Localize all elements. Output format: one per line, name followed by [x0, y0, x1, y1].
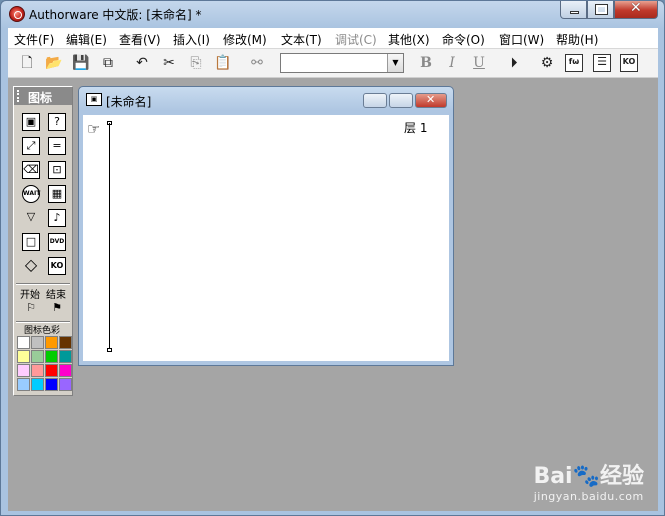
color-swatch[interactable] — [45, 336, 58, 349]
framework-icon[interactable]: □ — [22, 233, 40, 251]
menu-text[interactable]: 文本(T) — [281, 31, 322, 48]
minimize-icon — [570, 11, 579, 14]
copy-icon[interactable]: ⎘ — [187, 54, 205, 72]
menu-help[interactable]: 帮助(H) — [556, 31, 598, 48]
close-icon: ✕ — [630, 0, 642, 16]
color-swatch[interactable] — [59, 364, 72, 377]
menu-window[interactable]: 窗口(W) — [499, 31, 544, 48]
find-icon[interactable]: ⚯ — [248, 54, 266, 72]
save-all-icon[interactable]: 💾 — [72, 54, 90, 72]
start-flag-label: 开始 — [20, 290, 40, 301]
menu-insert[interactable]: 插入(I) — [173, 31, 210, 48]
menu-command[interactable]: 命令(O) — [442, 31, 485, 48]
undo-icon[interactable]: ↶ — [133, 54, 151, 72]
sound-icon[interactable]: ♪ — [48, 209, 66, 227]
control-panel-icon[interactable]: ⚙ — [538, 54, 556, 72]
flowchart-window: ▣ [未命名] ✕ ☞ 层 1 — [78, 86, 454, 366]
watermark: Bai🐾经验 jingyan.baidu.com — [533, 458, 644, 503]
text-style-combo[interactable]: ▼ — [280, 53, 404, 73]
bold-button[interactable]: B — [417, 54, 435, 72]
erase-icon[interactable]: ⌫ — [22, 161, 40, 179]
color-swatch[interactable] — [59, 378, 72, 391]
start-flag-icon[interactable]: ⚐ — [22, 300, 40, 318]
cut-icon[interactable]: ✂ — [160, 54, 178, 72]
icon-palette-title[interactable]: 图标 — [14, 87, 72, 105]
menu-debug[interactable]: 调试(C) — [335, 31, 377, 48]
minimize-button[interactable] — [560, 1, 587, 19]
digital-movie-icon[interactable]: ▦ — [48, 185, 66, 203]
knowledge-object-icon[interactable]: KO — [48, 257, 66, 275]
dvd-icon[interactable]: DVD — [48, 233, 66, 251]
icon-palette-label: 图标 — [28, 91, 53, 105]
interaction-icon[interactable]: ? — [48, 113, 66, 131]
end-flag-label: 结束 — [46, 290, 66, 301]
color-swatch[interactable] — [59, 350, 72, 363]
import-icon[interactable]: ⧉ — [99, 54, 117, 72]
title-bar[interactable]: Authorware 中文版: [未命名] * ✕ — [1, 0, 664, 27]
decision-icon[interactable]: ◇ — [22, 257, 40, 275]
menu-edit[interactable]: 编辑(E) — [66, 31, 107, 48]
color-swatch[interactable] — [31, 350, 44, 363]
close-icon: ✕ — [426, 93, 436, 106]
open-folder-icon[interactable]: 📂 — [45, 54, 63, 72]
menu-other[interactable]: 其他(X) — [388, 31, 430, 48]
icon-color-label: 图标色彩 — [24, 326, 61, 336]
functions-icon[interactable]: fω — [565, 54, 583, 72]
color-swatch[interactable] — [45, 378, 58, 391]
end-flag-icon[interactable]: ⚑ — [48, 300, 66, 318]
menu-view[interactable]: 查看(V) — [119, 31, 161, 48]
icon-palette: 图标 ▣ ? ⤢ = ⌫ ⊡ WAIT ▦ ▽ ♪ □ DVD ◇ KO 开始 … — [13, 86, 73, 396]
calculation-icon[interactable]: = — [48, 137, 66, 155]
color-swatch[interactable] — [31, 336, 44, 349]
palette-divider — [16, 283, 70, 285]
wait-icon[interactable]: WAIT — [22, 185, 40, 203]
grip-icon — [17, 90, 23, 102]
chevron-down-icon[interactable]: ▼ — [387, 54, 403, 72]
new-file-icon[interactable]: 🗋 — [18, 54, 36, 72]
color-swatch[interactable] — [59, 336, 72, 349]
knowledge-objects-icon[interactable]: KO — [620, 54, 638, 72]
document-icon: ▣ — [86, 93, 102, 106]
menu-bar: 文件(F) 编辑(E) 查看(V) 插入(I) 修改(M) 文本(T) 调试(C… — [8, 28, 658, 49]
motion-icon[interactable]: ⤢ — [22, 137, 40, 155]
variables-icon[interactable]: ☰ — [593, 54, 611, 72]
maximize-button[interactable] — [587, 1, 614, 19]
doc-close-button[interactable]: ✕ — [415, 93, 447, 108]
color-swatch[interactable] — [45, 364, 58, 377]
flowline[interactable] — [109, 123, 110, 350]
doc-minimize-button[interactable] — [363, 93, 387, 108]
flowline-end — [107, 348, 112, 352]
paste-hand-icon: ☞ — [87, 120, 101, 138]
menu-modify[interactable]: 修改(M) — [223, 31, 267, 48]
maximize-icon — [595, 4, 608, 15]
main-window: Authorware 中文版: [未命名] * ✕ 文件(F) 编辑(E) 查看… — [0, 0, 665, 516]
color-swatch[interactable] — [17, 350, 30, 363]
color-swatch[interactable] — [45, 350, 58, 363]
watermark-url: jingyan.baidu.com — [533, 490, 644, 503]
navigate-icon[interactable]: ▽ — [22, 209, 40, 227]
watermark-logo: Bai🐾经验 — [533, 464, 644, 489]
client-area: 文件(F) 编辑(E) 查看(V) 插入(I) 修改(M) 文本(T) 调试(C… — [8, 28, 658, 511]
display-icon[interactable]: ▣ — [22, 113, 40, 131]
menu-file[interactable]: 文件(F) — [14, 31, 54, 48]
doc-maximize-button[interactable] — [389, 93, 413, 108]
flowchart-canvas[interactable]: ☞ 层 1 — [83, 115, 449, 361]
color-swatch[interactable] — [17, 336, 30, 349]
underline-button[interactable]: U — [470, 54, 488, 72]
close-button[interactable]: ✕ — [614, 0, 658, 19]
run-icon[interactable]: ⏵ — [505, 54, 523, 72]
paste-icon[interactable]: 📋 — [214, 54, 232, 72]
color-swatch[interactable] — [31, 378, 44, 391]
layer-label: 层 1 — [404, 121, 428, 135]
toolbar: 🗋 📂 💾 ⧉ ↶ ✂ ⎘ 📋 ⚯ ▼ B I U ⏵ ⚙ fω ☰ KO — [8, 49, 658, 78]
window-title: Authorware 中文版: [未命名] * — [29, 8, 202, 22]
italic-button[interactable]: I — [443, 54, 461, 72]
map-icon[interactable]: ⊡ — [48, 161, 66, 179]
color-swatch[interactable] — [31, 364, 44, 377]
color-swatch[interactable] — [17, 364, 30, 377]
authorware-logo-icon — [9, 6, 25, 22]
color-swatch[interactable] — [17, 378, 30, 391]
document-title: [未命名] — [106, 95, 152, 109]
